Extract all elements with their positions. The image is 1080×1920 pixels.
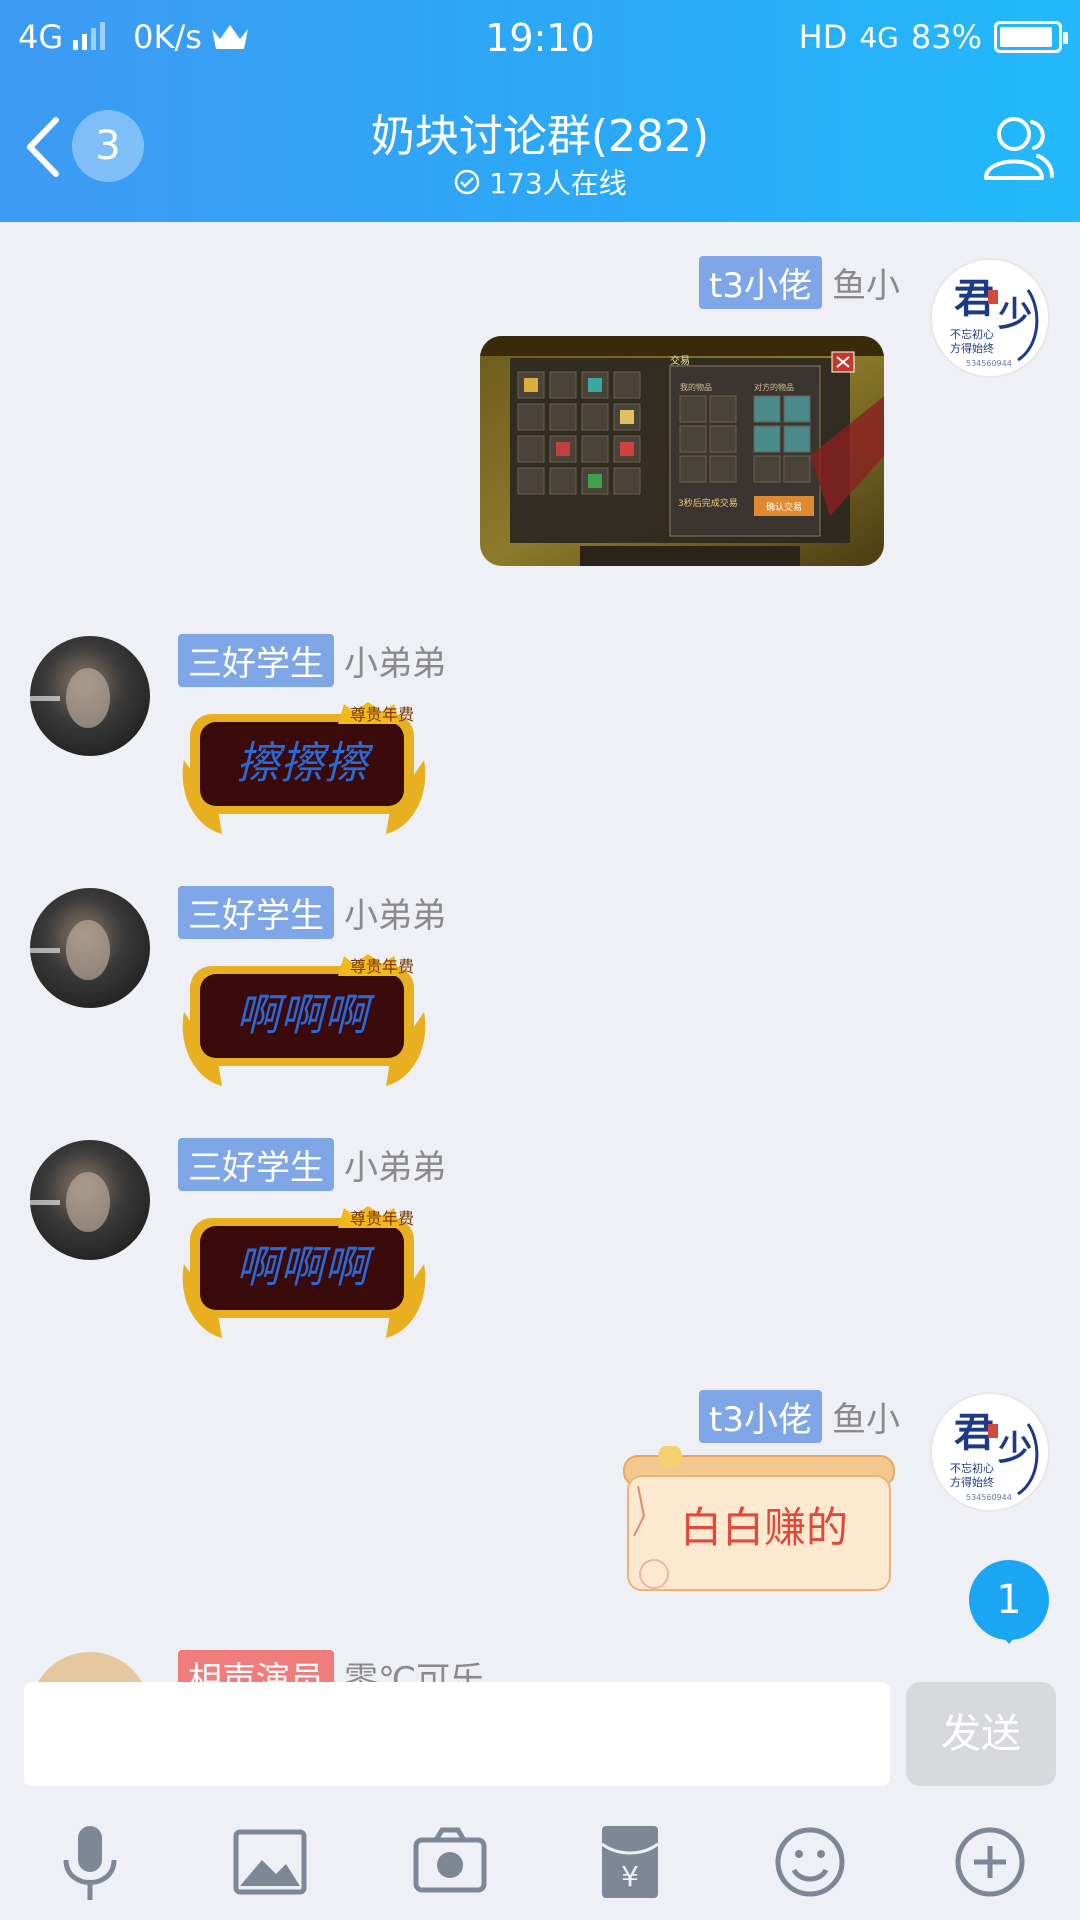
svg-text:方得始终: 方得始终 xyxy=(950,1475,994,1489)
sticker-text: 啊啊啊 xyxy=(236,990,375,1041)
sender-nickname: 零℃可乐 xyxy=(344,1660,485,1682)
avatar[interactable] xyxy=(30,1652,150,1682)
trade-title: 交易 xyxy=(670,354,690,367)
confirm-trade-button: 确认交易 xyxy=(766,501,802,513)
image-icon[interactable] xyxy=(228,1820,312,1904)
sticker-message[interactable]: 尊贵年费 擦擦擦 xyxy=(178,700,430,838)
online-count: 173人在线 xyxy=(489,167,627,200)
svg-text:少: 少 xyxy=(998,1429,1032,1469)
trade-countdown: 3秒后完成交易 xyxy=(678,497,738,509)
network-type-right: 4G xyxy=(859,20,899,54)
svg-text:方得始终: 方得始终 xyxy=(950,341,994,355)
sender-nickname: 小弟弟 xyxy=(344,896,446,936)
sender-name-line: 三好学生 小弟弟 xyxy=(178,1138,446,1191)
sender-nickname: 小弟弟 xyxy=(344,644,446,684)
avatar[interactable]: 君 少 不忘初心 方得始终 534560944 xyxy=(930,258,1050,378)
battery-icon xyxy=(994,21,1068,53)
plus-icon[interactable] xyxy=(948,1820,1032,1904)
sticker-text: 啊啊啊 xyxy=(236,1242,375,1293)
user-photo xyxy=(30,668,110,728)
sticker-tag: 尊贵年费 xyxy=(350,705,414,724)
avatar[interactable] xyxy=(30,636,150,756)
group-members-icon[interactable] xyxy=(976,108,1056,188)
avatar[interactable] xyxy=(30,888,150,1008)
sender-name-line: t3小佬 鱼小 xyxy=(699,256,900,309)
check-circle-icon xyxy=(455,169,480,195)
avatar[interactable]: 君 少 不忘初心 方得始终 534560944 xyxy=(930,1392,1050,1512)
sticker-message[interactable]: 尊贵年费 啊啊啊 xyxy=(178,1204,430,1342)
sender-nickname: 鱼小 xyxy=(832,1400,900,1440)
game-screenshot-message[interactable]: 交易 我的物品 对方的物品 3秒后完成交易 确认交易 xyxy=(480,336,884,566)
svg-text:¥: ¥ xyxy=(621,1860,639,1893)
sticker-message[interactable]: 尊贵年费 啊啊啊 xyxy=(178,952,430,1090)
user-photo xyxy=(30,920,110,980)
svg-text:少: 少 xyxy=(998,295,1032,335)
user-photo xyxy=(30,1172,110,1232)
member-title-badge: 三好学生 xyxy=(178,634,334,687)
sender-nickname: 小弟弟 xyxy=(344,1148,446,1188)
send-button[interactable]: 发送 xyxy=(906,1682,1056,1786)
emoji-icon[interactable] xyxy=(768,1820,852,1904)
scroll-sticker-message[interactable]: 白白赚的 xyxy=(614,1444,904,1596)
member-title-badge: t3小佬 xyxy=(699,1390,822,1443)
sticker-tag: 尊贵年费 xyxy=(350,1209,414,1228)
group-logo-icon: 君 少 不忘初心 方得始终 534560944 xyxy=(950,275,1039,368)
microphone-icon[interactable] xyxy=(48,1820,132,1904)
member-title-badge: 相声演员 xyxy=(178,1650,334,1682)
sender-name-line: 三好学生 小弟弟 xyxy=(178,886,446,939)
svg-text:534560944: 534560944 xyxy=(966,359,1012,368)
svg-text:不忘初心: 不忘初心 xyxy=(950,1461,994,1475)
sticker-tag: 尊贵年费 xyxy=(350,957,414,976)
chat-message-list[interactable]: t3小佬 鱼小 君 少 不忘初心 方得始终 534560944 交易 我的物品 … xyxy=(0,222,1080,1682)
member-title-badge: 三好学生 xyxy=(178,1138,334,1191)
their-items-label: 对方的物品 xyxy=(754,382,794,392)
group-title: 奶块讨论群(282) xyxy=(370,111,710,162)
status-bar: 4G 0K/s 19:10 HD 4G 83% xyxy=(0,0,1080,72)
red-packet-icon[interactable]: ¥ xyxy=(588,1820,672,1904)
sender-nickname: 鱼小 xyxy=(832,266,900,306)
battery-percent: 83% xyxy=(910,18,982,56)
svg-text:不忘初心: 不忘初心 xyxy=(950,327,994,341)
member-title-badge: 三好学生 xyxy=(178,886,334,939)
message-input[interactable] xyxy=(24,1682,890,1786)
avatar[interactable] xyxy=(30,1140,150,1260)
new-message-badge[interactable]: 1 xyxy=(969,1560,1049,1644)
input-area: 发送 ¥ xyxy=(0,1682,1080,1920)
sender-name-line: 三好学生 小弟弟 xyxy=(178,634,446,687)
svg-text:534560944: 534560944 xyxy=(966,1493,1012,1502)
header-bar: 4G 0K/s 19:10 HD 4G 83% 3 奶块讨论群(282) 173… xyxy=(0,0,1080,222)
online-status: 173人在线 xyxy=(0,162,1080,202)
sender-name-line: t3小佬 鱼小 xyxy=(699,1390,900,1443)
camera-icon[interactable] xyxy=(408,1820,492,1904)
sticker-text: 擦擦擦 xyxy=(236,738,374,789)
member-title-badge: t3小佬 xyxy=(699,256,822,309)
hd-indicator: HD xyxy=(798,18,848,56)
input-toolbar: ¥ xyxy=(0,1802,1080,1920)
group-logo-icon: 君 少 不忘初心 方得始终 534560944 xyxy=(950,1409,1039,1502)
sticker-text: 白白赚的 xyxy=(680,1503,848,1552)
game-screenshot-image: 交易 我的物品 对方的物品 3秒后完成交易 确认交易 xyxy=(480,336,884,566)
sender-name-line: 相声演员 零℃可乐 xyxy=(178,1650,484,1682)
my-items-label: 我的物品 xyxy=(680,382,712,392)
